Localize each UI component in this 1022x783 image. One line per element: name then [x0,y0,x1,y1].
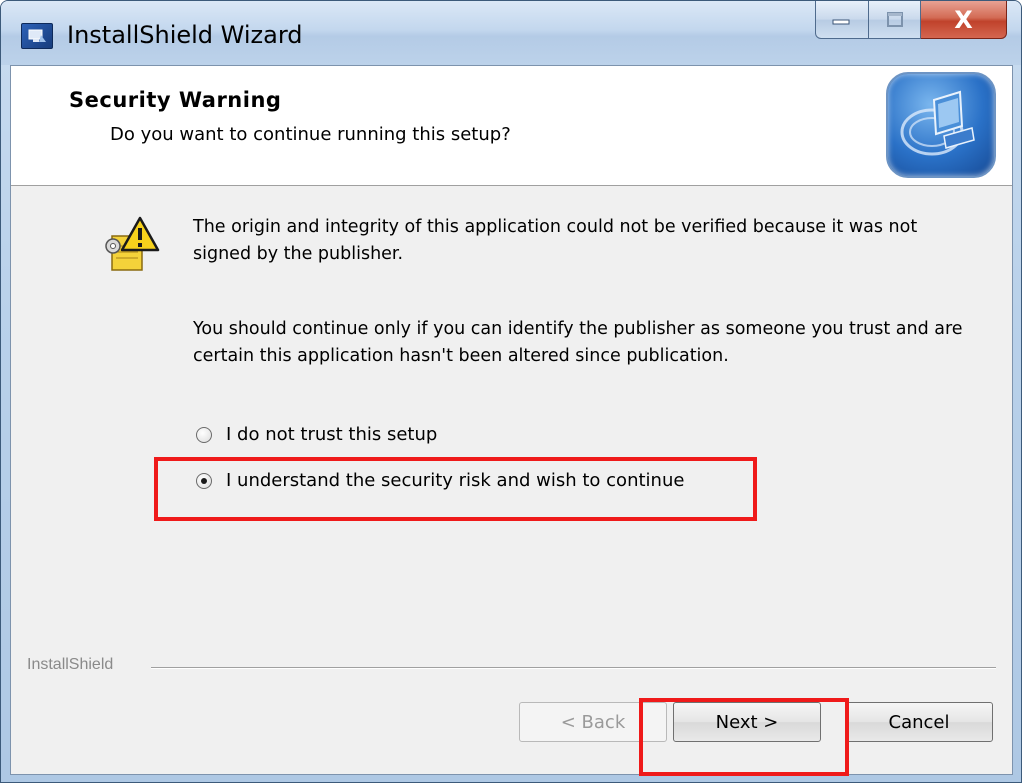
page-subtitle: Do you want to continue running this set… [110,124,511,145]
close-button[interactable]: X [921,1,1007,39]
close-icon: X [954,5,973,34]
page-title: Security Warning [69,88,282,112]
wizard-client-area: Security Warning Do you want to continue… [10,65,1013,776]
installshield-window: InstallShield Wizard X Security Warning … [0,0,1022,783]
installshield-app-icon [21,23,53,49]
continue-advice-text: You should continue only if you can iden… [193,319,963,366]
radio-button-unselected[interactable] [196,426,212,443]
highlight-box-accept-option [154,457,757,521]
security-warning-key-icon [104,216,160,274]
maximize-button[interactable] [869,1,921,39]
caption-buttons: X [815,1,1007,39]
wizard-header: Security Warning Do you want to continue… [11,66,1012,186]
title-bar[interactable]: InstallShield Wizard X [1,1,1021,65]
minimize-button[interactable] [815,1,869,39]
option-do-not-trust[interactable]: I do not trust this setup [196,424,437,445]
option-label: I do not trust this setup [226,424,438,445]
window-title: InstallShield Wizard [67,21,303,49]
footer-divider [151,667,996,669]
installshield-computer-icon [886,72,996,178]
highlight-box-next-button [639,698,849,776]
verification-warning-text: The origin and integrity of this applica… [193,217,918,264]
cancel-button[interactable]: Cancel [845,702,993,742]
minimize-icon [832,19,850,24]
installshield-brand-label: InstallShield [27,656,122,674]
maximize-icon [886,11,903,27]
